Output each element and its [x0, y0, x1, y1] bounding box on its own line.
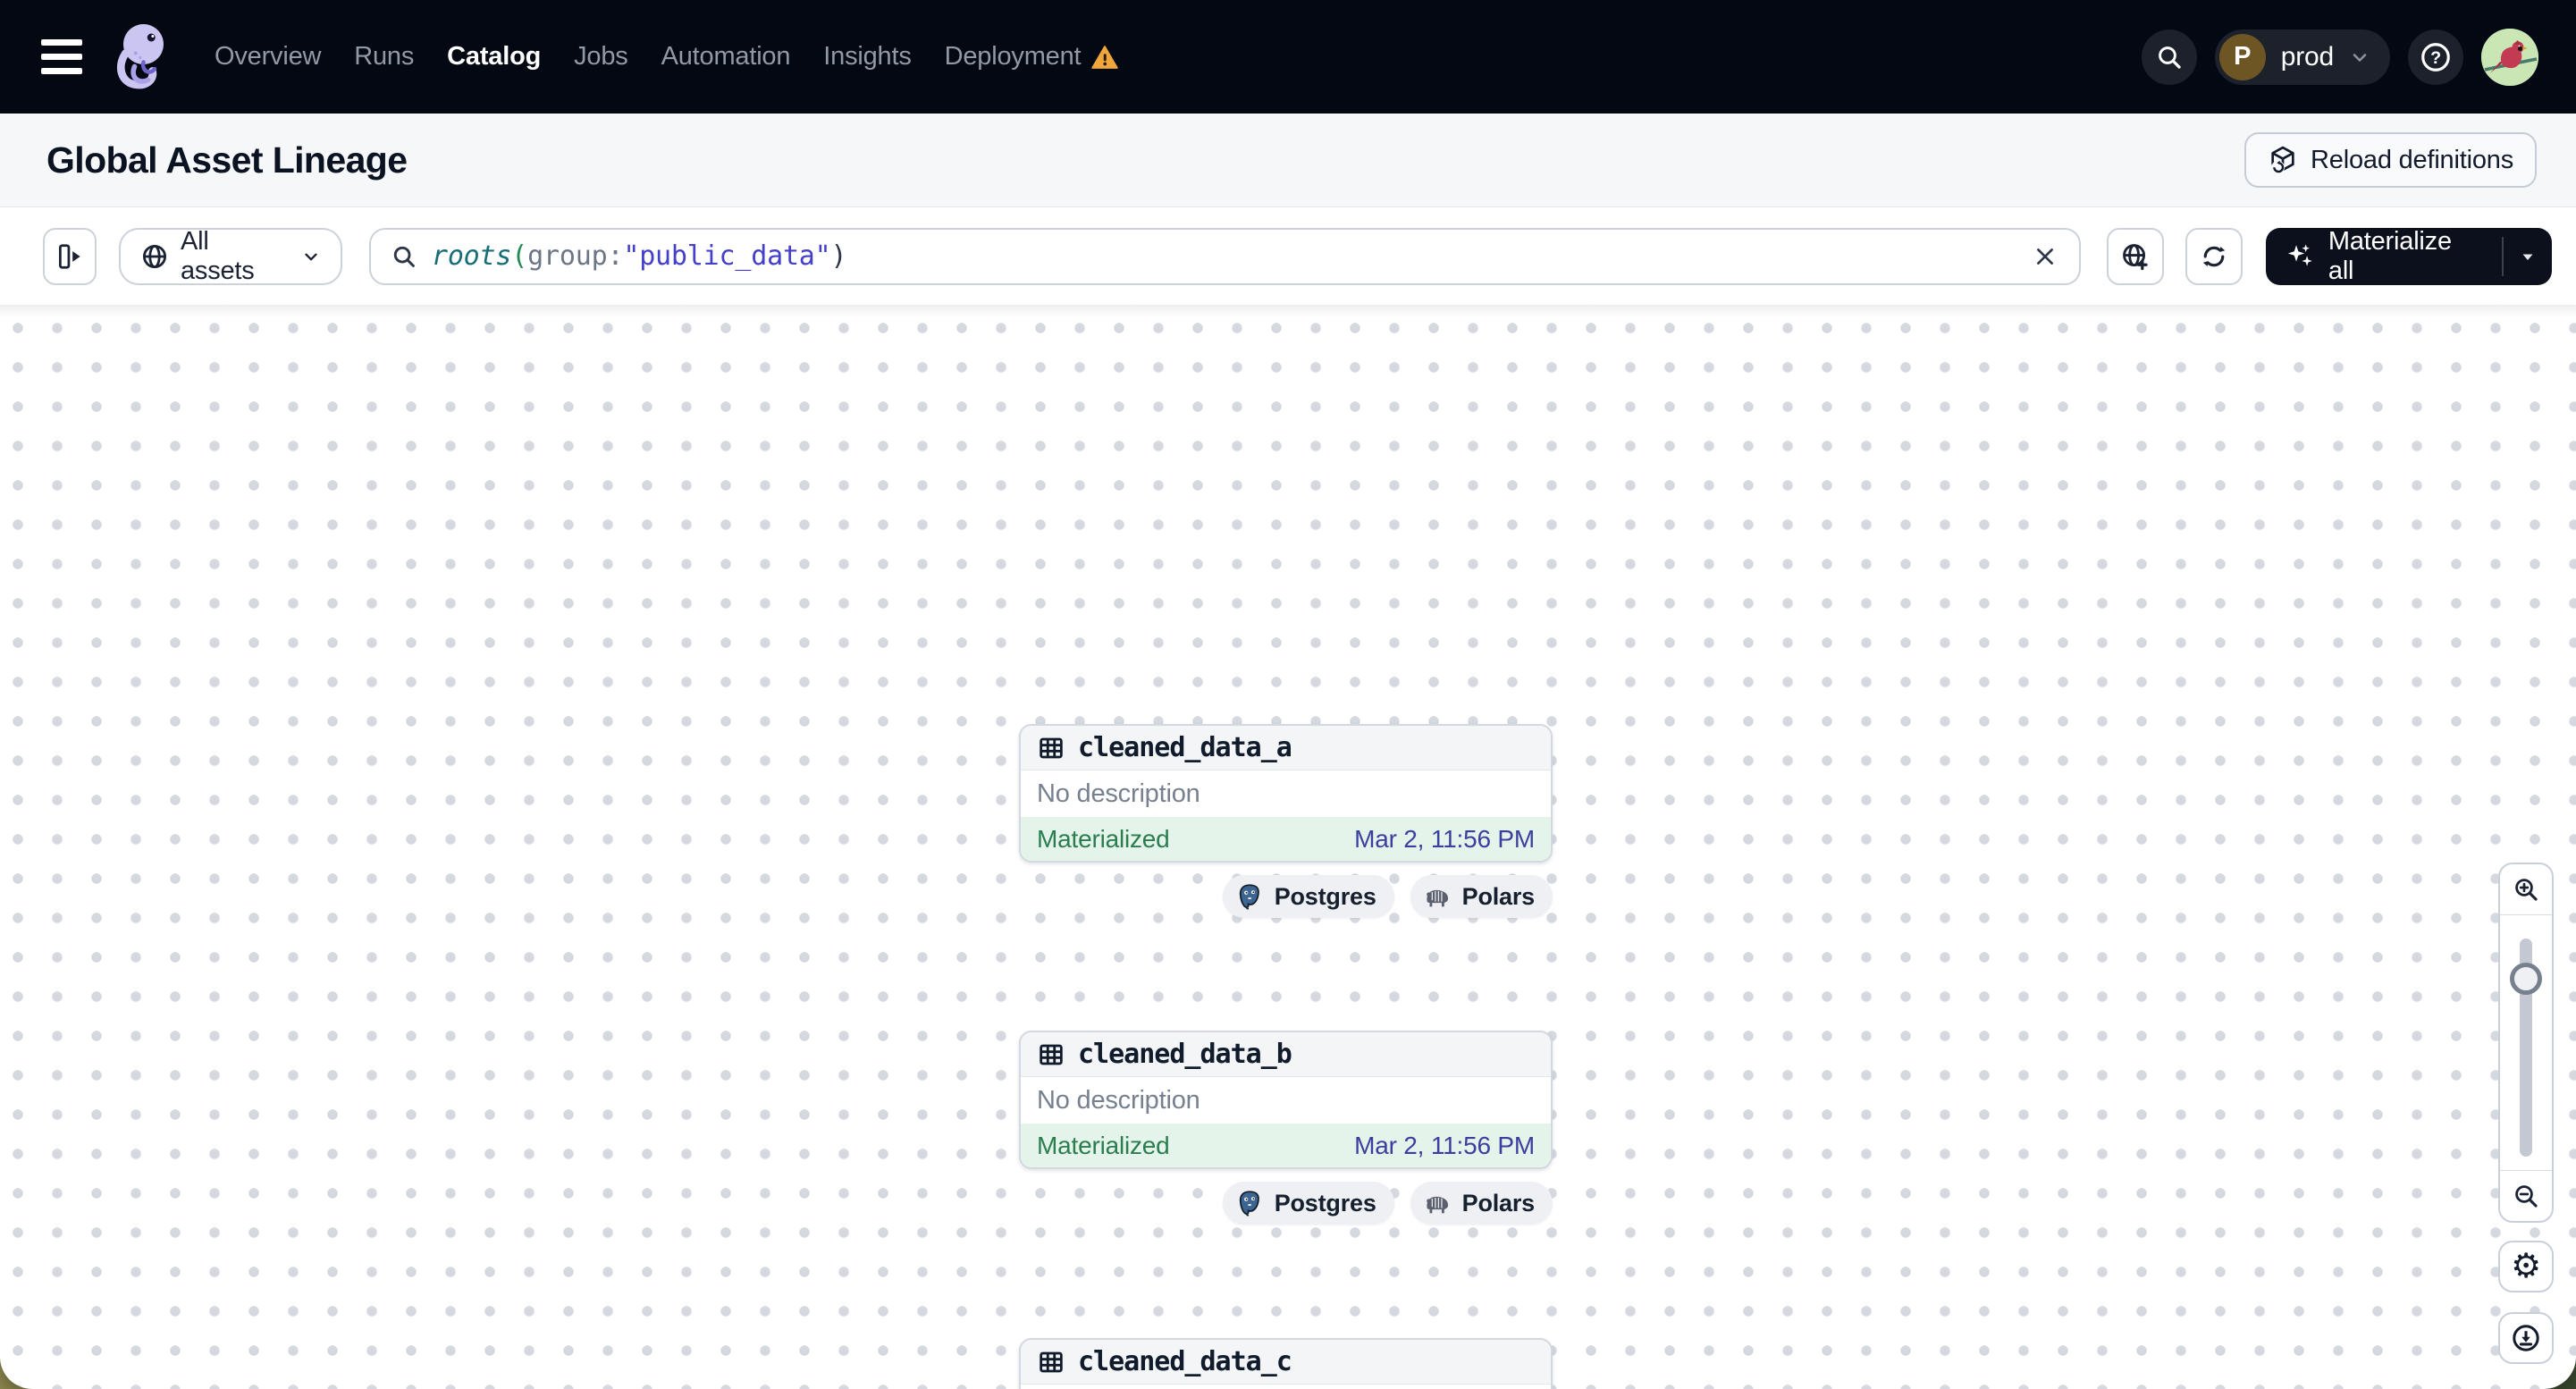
page-title: Global Asset Lineage — [46, 139, 408, 181]
chevron-down-icon — [301, 247, 321, 266]
navbar-right: P prod ? — [2141, 28, 2538, 86]
tag-postgres[interactable]: Postgres — [1222, 875, 1394, 918]
materialize-all-label: Materialize all — [2328, 227, 2452, 285]
lineage-canvas[interactable]: cleaned_data_a No description Materializ… — [0, 305, 2576, 1389]
sparkles-icon — [2286, 241, 2316, 272]
reload-definitions-label: Reload definitions — [2311, 145, 2513, 174]
panel-expand-icon — [55, 241, 85, 272]
download-updates-button[interactable] — [2498, 1312, 2554, 1364]
user-avatar[interactable] — [2481, 28, 2538, 86]
refresh-icon — [2199, 241, 2229, 272]
asset-description: No description — [1037, 1085, 1200, 1115]
materialization-timestamp[interactable]: Mar 2, 11:56 PM — [1354, 825, 1535, 854]
refresh-button[interactable] — [2185, 227, 2243, 285]
svg-text:?: ? — [2430, 47, 2441, 67]
asset-selection-input[interactable]: roots(group:"public_data") — [368, 227, 2081, 285]
reload-definitions-button[interactable]: Reload definitions — [2244, 132, 2537, 188]
postgres-icon — [1234, 1188, 1265, 1218]
nav-item-jobs[interactable]: Jobs — [574, 42, 628, 72]
help-icon: ? — [2419, 40, 2453, 74]
help-button[interactable]: ? — [2408, 29, 2463, 85]
postgres-icon — [1234, 881, 1265, 912]
nav-item-overview[interactable]: Overview — [215, 42, 321, 72]
tag-polars[interactable]: Polars — [1410, 875, 1553, 918]
selection-query: roots(group:"public_data") — [431, 240, 847, 272]
asset-node-cleaned-data-b[interactable]: cleaned_data_b No description Materializ… — [1019, 1031, 1553, 1169]
globe-icon — [140, 242, 169, 271]
asset-tags-b: Postgres Polars — [1222, 1182, 1553, 1225]
asset-description: No description — [1021, 1385, 1551, 1389]
tag-polars[interactable]: Polars — [1410, 1182, 1553, 1225]
search-button[interactable] — [2141, 29, 2197, 85]
open-panel-button[interactable] — [43, 227, 97, 285]
polars-icon — [1422, 883, 1452, 910]
zoom-controls — [2498, 863, 2554, 1223]
gear-icon: ⚙ — [2511, 1248, 2541, 1285]
asset-description: No description — [1037, 779, 1200, 808]
zoom-in-button[interactable] — [2500, 864, 2552, 915]
view-scope-button[interactable] — [2106, 227, 2164, 285]
top-navbar: Overview Runs Catalog Jobs Automation In… — [0, 0, 2576, 114]
table-icon — [1037, 734, 1065, 762]
chevron-down-icon — [2349, 46, 2370, 68]
zoom-in-icon — [2512, 875, 2540, 904]
deployment-initial-badge: P — [2218, 33, 2266, 80]
asset-name: cleaned_data_b — [1078, 1039, 1292, 1070]
graph-settings-button[interactable]: ⚙ — [2498, 1241, 2554, 1292]
lineage-main: cleaned_data_a No description Materializ… — [0, 305, 2576, 1389]
lineage-toolbar: All assets roots(group:"public_data") Ma… — [0, 207, 2576, 305]
tag-postgres[interactable]: Postgres — [1222, 1182, 1394, 1225]
deployment-name: prod — [2280, 41, 2334, 72]
nav-item-deployment[interactable]: Deployment — [945, 42, 1119, 72]
materialize-options-button[interactable] — [2504, 228, 2552, 285]
search-icon — [391, 243, 417, 270]
warning-icon — [1091, 45, 1119, 70]
asset-node-cleaned-data-c[interactable]: cleaned_data_c No description Materializ… — [1019, 1338, 1553, 1389]
table-icon — [1037, 1040, 1065, 1069]
zoom-out-icon — [2512, 1182, 2540, 1210]
reload-cube-icon — [2268, 145, 2298, 175]
materialization-timestamp[interactable]: Mar 2, 11:56 PM — [1354, 1132, 1535, 1160]
asset-tags-a: Postgres Polars — [1222, 875, 1553, 918]
asset-scope-dropdown[interactable]: All assets — [118, 226, 342, 285]
materialized-status: Materialized — [1037, 1131, 1170, 1159]
nav-item-automation[interactable]: Automation — [661, 42, 791, 72]
page-header: Global Asset Lineage Reload definitions — [0, 114, 2576, 207]
zoom-out-button[interactable] — [2500, 1170, 2552, 1221]
nav-item-insights[interactable]: Insights — [823, 42, 912, 72]
deployment-switcher[interactable]: P prod — [2214, 29, 2390, 85]
asset-node-cleaned-data-a[interactable]: cleaned_data_a No description Materializ… — [1019, 724, 1553, 863]
dagster-logo-icon[interactable] — [105, 15, 177, 99]
clear-query-button[interactable] — [2025, 237, 2065, 276]
materialized-status: Materialized — [1037, 824, 1170, 853]
polars-icon — [1422, 1190, 1452, 1216]
asset-scope-label: All assets — [180, 226, 255, 285]
search-icon — [2155, 43, 2184, 72]
download-circle-icon — [2510, 1322, 2542, 1354]
nav-item-runs[interactable]: Runs — [354, 42, 414, 72]
table-icon — [1037, 1348, 1065, 1376]
menu-icon[interactable] — [41, 39, 82, 74]
asset-name: cleaned_data_a — [1078, 732, 1292, 763]
nav-item-catalog[interactable]: Catalog — [447, 42, 541, 72]
nav-links: Overview Runs Catalog Jobs Automation In… — [215, 42, 1119, 72]
materialize-all-button[interactable]: Materialize all — [2265, 227, 2552, 285]
asset-name: cleaned_data_c — [1078, 1346, 1292, 1377]
zoom-slider-knob[interactable] — [2510, 963, 2542, 995]
globe-plus-icon — [2120, 241, 2151, 272]
